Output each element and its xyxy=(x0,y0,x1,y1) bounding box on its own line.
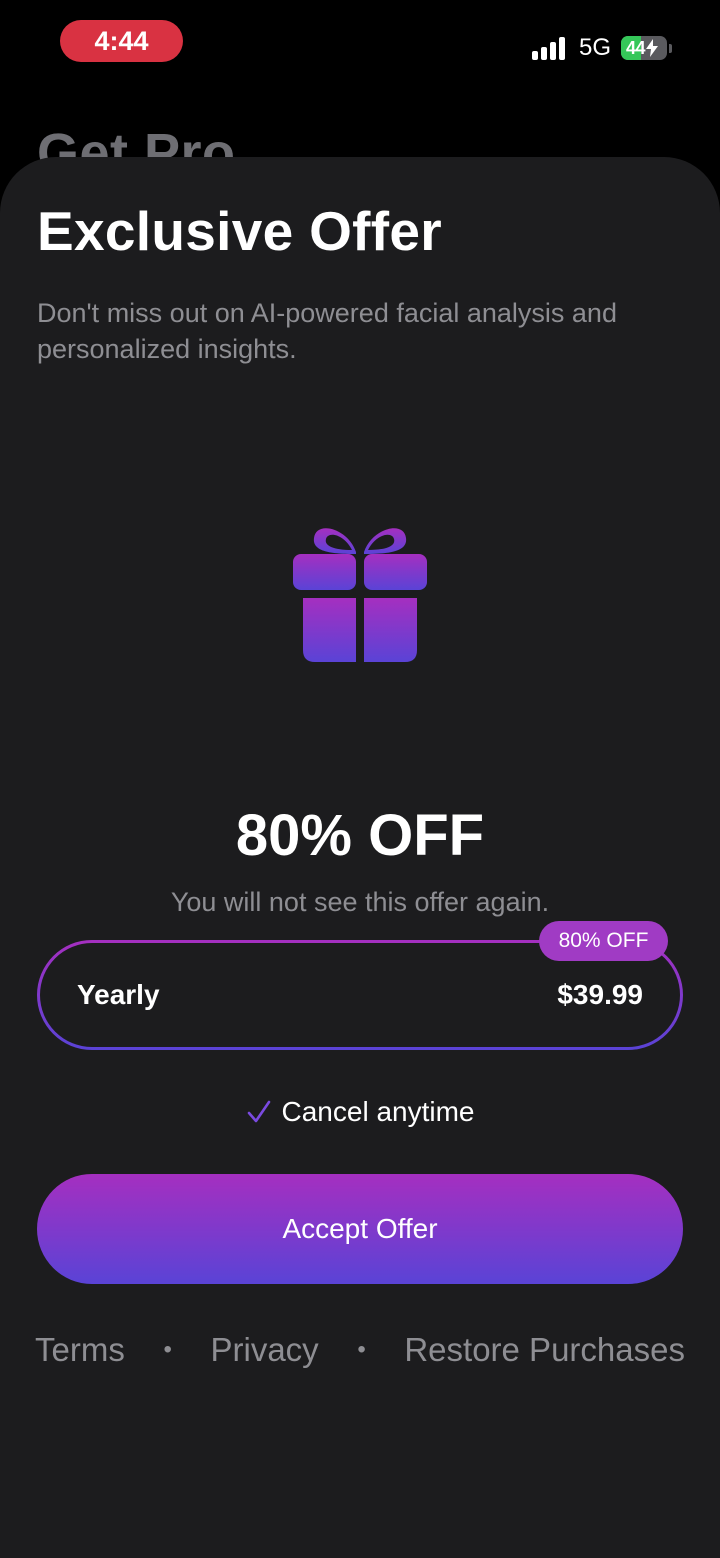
checkmark-icon xyxy=(247,1100,270,1123)
charging-bolt-icon xyxy=(646,39,659,57)
discount-badge: 80% OFF xyxy=(539,921,668,961)
status-time[interactable]: 4:44 xyxy=(60,20,183,62)
footer-links: Terms • Privacy • Restore Purchases xyxy=(0,1328,720,1372)
gift-icon xyxy=(290,514,430,666)
accept-offer-button[interactable]: Accept Offer xyxy=(37,1174,683,1284)
status-bar: 4:44 5G 44 xyxy=(0,0,720,90)
privacy-link[interactable]: Privacy xyxy=(211,1331,319,1369)
plan-name: Yearly xyxy=(77,979,160,1010)
cancel-anytime-text: Cancel anytime xyxy=(281,1096,475,1127)
sheet-title: Exclusive Offer xyxy=(37,200,442,262)
battery-level: 44 xyxy=(626,37,646,58)
battery-cap xyxy=(669,43,672,53)
footer-separator: • xyxy=(163,1336,172,1363)
plan-price: $39.99 xyxy=(557,979,643,1010)
battery-icon: 44 xyxy=(621,36,667,60)
terms-link[interactable]: Terms xyxy=(35,1331,125,1369)
network-type: 5G xyxy=(578,34,611,61)
offer-note: You will not see this offer again. xyxy=(170,887,550,917)
discount-headline: 80% OFF xyxy=(235,803,485,868)
status-indicators: 5G 44 xyxy=(531,30,672,66)
cellular-signal-icon xyxy=(531,36,565,60)
sheet-subtitle: Don't miss out on AI-powered facial anal… xyxy=(37,298,617,364)
cancel-anytime-row: Cancel anytime xyxy=(0,1092,720,1132)
footer-separator: • xyxy=(357,1336,366,1363)
restore-purchases-link[interactable]: Restore Purchases xyxy=(404,1331,685,1369)
